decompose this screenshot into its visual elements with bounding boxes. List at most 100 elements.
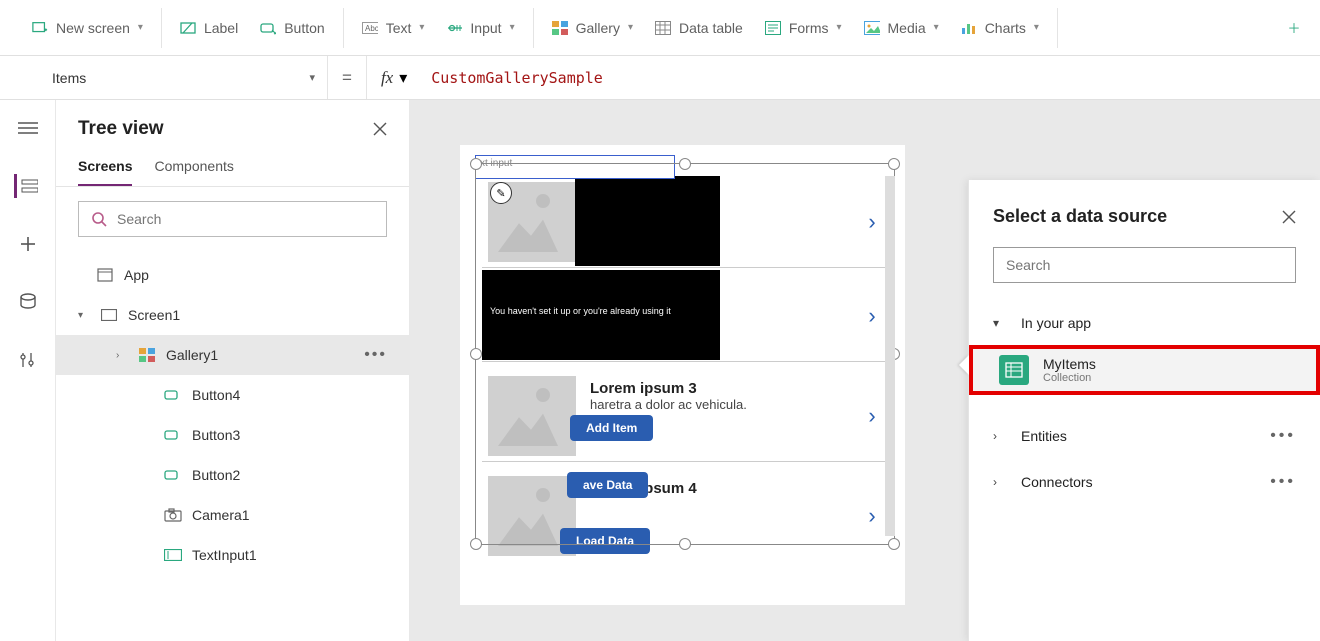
chevron-down-icon: ▾: [399, 68, 407, 88]
button-icon: [260, 20, 276, 36]
more-icon[interactable]: •••: [1270, 473, 1296, 491]
section-entities[interactable]: › Entities •••: [969, 413, 1320, 459]
left-rail: [0, 100, 56, 641]
resize-handle[interactable]: [679, 158, 691, 170]
plus-icon: ＋: [1286, 20, 1302, 36]
chevron-down-icon: ▾: [1034, 22, 1039, 33]
chevron-right-icon: ›: [993, 475, 1007, 489]
section-label: Connectors: [1021, 474, 1093, 490]
charts-label: Charts: [985, 20, 1026, 36]
data-table-button[interactable]: Data table: [655, 20, 743, 36]
resize-handle[interactable]: [888, 158, 900, 170]
datasource-myitems[interactable]: MyItems Collection: [969, 345, 1320, 395]
close-icon[interactable]: [1282, 210, 1296, 224]
charts-button[interactable]: Charts ▾: [961, 20, 1039, 36]
search-icon: [91, 211, 107, 227]
tree-node-screen1[interactable]: ▾ Screen1: [56, 295, 409, 335]
tree-node-label: Button3: [192, 427, 240, 443]
tab-screens[interactable]: Screens: [78, 158, 132, 186]
button-button[interactable]: Button: [260, 20, 324, 36]
more-icon[interactable]: •••: [1270, 427, 1296, 445]
forms-icon: [765, 20, 781, 36]
tree-node-camera1[interactable]: Camera1: [56, 495, 409, 535]
resize-handle[interactable]: [470, 158, 482, 170]
chevron-down-icon: ▾: [510, 22, 515, 33]
resize-handle[interactable]: [679, 538, 691, 550]
chevron-right-icon: ›: [993, 429, 1007, 443]
media-button[interactable]: Media ▾: [864, 20, 939, 36]
input-button[interactable]: Input ▾: [446, 20, 514, 36]
chevron-down-icon[interactable]: ▾: [78, 310, 90, 321]
tree-view-title: Tree view: [78, 118, 164, 140]
datasource-name: MyItems: [1043, 356, 1096, 372]
text-label: Text: [386, 20, 412, 36]
property-dropdown-value: Items: [52, 70, 86, 86]
canvas-area: Lorem ipsum 1sit amet, › metus, tincidun…: [410, 100, 1320, 641]
data-table-icon: [655, 20, 671, 36]
new-screen-button[interactable]: New screen ▾: [32, 20, 143, 36]
data-rail-icon[interactable]: [16, 290, 40, 314]
formula-input[interactable]: CustomGallerySample: [421, 69, 1320, 87]
fx-icon: fx: [381, 68, 393, 88]
tree-view-rail-icon[interactable]: [14, 174, 38, 198]
section-label: In your app: [1021, 315, 1091, 331]
collection-icon: [999, 355, 1029, 385]
resize-handle[interactable]: [470, 348, 482, 360]
tree-node-label: TextInput1: [192, 547, 257, 563]
chevron-down-icon: ▾: [419, 22, 424, 33]
settings-rail-icon[interactable]: [16, 348, 40, 372]
tab-components[interactable]: Components: [154, 158, 233, 186]
section-in-your-app[interactable]: ▾ In your app: [969, 301, 1320, 345]
tree-view-panel: Tree view Screens Components App ▾ Scree…: [56, 100, 410, 641]
data-table-label: Data table: [679, 20, 743, 36]
tree-node-button4[interactable]: Button4: [56, 375, 409, 415]
button-icon: [164, 386, 182, 404]
tree-node-button2[interactable]: Button2: [56, 455, 409, 495]
close-icon[interactable]: [373, 122, 387, 136]
ribbon-overflow-button[interactable]: ＋: [1286, 20, 1302, 36]
scrollbar[interactable]: [885, 176, 895, 536]
tree-node-label: Button4: [192, 387, 240, 403]
textinput-icon: [164, 546, 182, 564]
gallery-icon: [138, 346, 156, 364]
tree-search[interactable]: [78, 201, 387, 237]
tree-node-textinput1[interactable]: TextInput1: [56, 535, 409, 575]
chevron-right-icon[interactable]: ›: [116, 350, 128, 361]
equals-label: =: [328, 68, 366, 88]
gallery-button[interactable]: Gallery ▾: [552, 20, 633, 36]
resize-handle[interactable]: [888, 538, 900, 550]
flyout-search[interactable]: [993, 247, 1296, 283]
selection-outline: [475, 163, 895, 545]
camera-icon: [164, 506, 182, 524]
ribbon: New screen ▾ Label Button Abc Text ▾ Inp…: [0, 0, 1320, 56]
more-icon[interactable]: •••: [364, 346, 387, 364]
separator: [161, 8, 162, 48]
property-dropdown[interactable]: Items ▾: [38, 56, 328, 99]
insert-rail-icon[interactable]: [16, 232, 40, 256]
tree-search-input[interactable]: [117, 211, 374, 227]
forms-button[interactable]: Forms ▾: [765, 20, 842, 36]
new-screen-label: New screen: [56, 20, 130, 36]
button-icon: [164, 426, 182, 444]
screen-icon: [100, 306, 118, 324]
fx-indicator[interactable]: fx ▾: [366, 56, 421, 99]
chevron-down-icon: ▾: [138, 22, 143, 33]
tree-node-button3[interactable]: Button3: [56, 415, 409, 455]
chevron-down-icon: ▾: [934, 22, 939, 33]
text-button[interactable]: Abc Text ▾: [362, 20, 425, 36]
chevron-down-icon: ▾: [309, 71, 315, 84]
chevron-down-icon: ▾: [836, 22, 841, 33]
flyout-search-input[interactable]: [1006, 257, 1283, 273]
hamburger-icon[interactable]: [16, 116, 40, 140]
resize-handle[interactable]: [470, 538, 482, 550]
formula-bar: Items ▾ = fx ▾ CustomGallerySample: [0, 56, 1320, 100]
tree-node-gallery1[interactable]: › Gallery1 •••: [56, 335, 409, 375]
tree-node-app[interactable]: App: [56, 255, 409, 295]
separator: [343, 8, 344, 48]
media-icon: [864, 20, 880, 36]
flyout-title: Select a data source: [993, 206, 1167, 227]
flyout-pointer: [959, 355, 969, 375]
section-connectors[interactable]: › Connectors •••: [969, 459, 1320, 505]
gallery-label: Gallery: [576, 20, 620, 36]
label-button[interactable]: Label: [180, 20, 238, 36]
